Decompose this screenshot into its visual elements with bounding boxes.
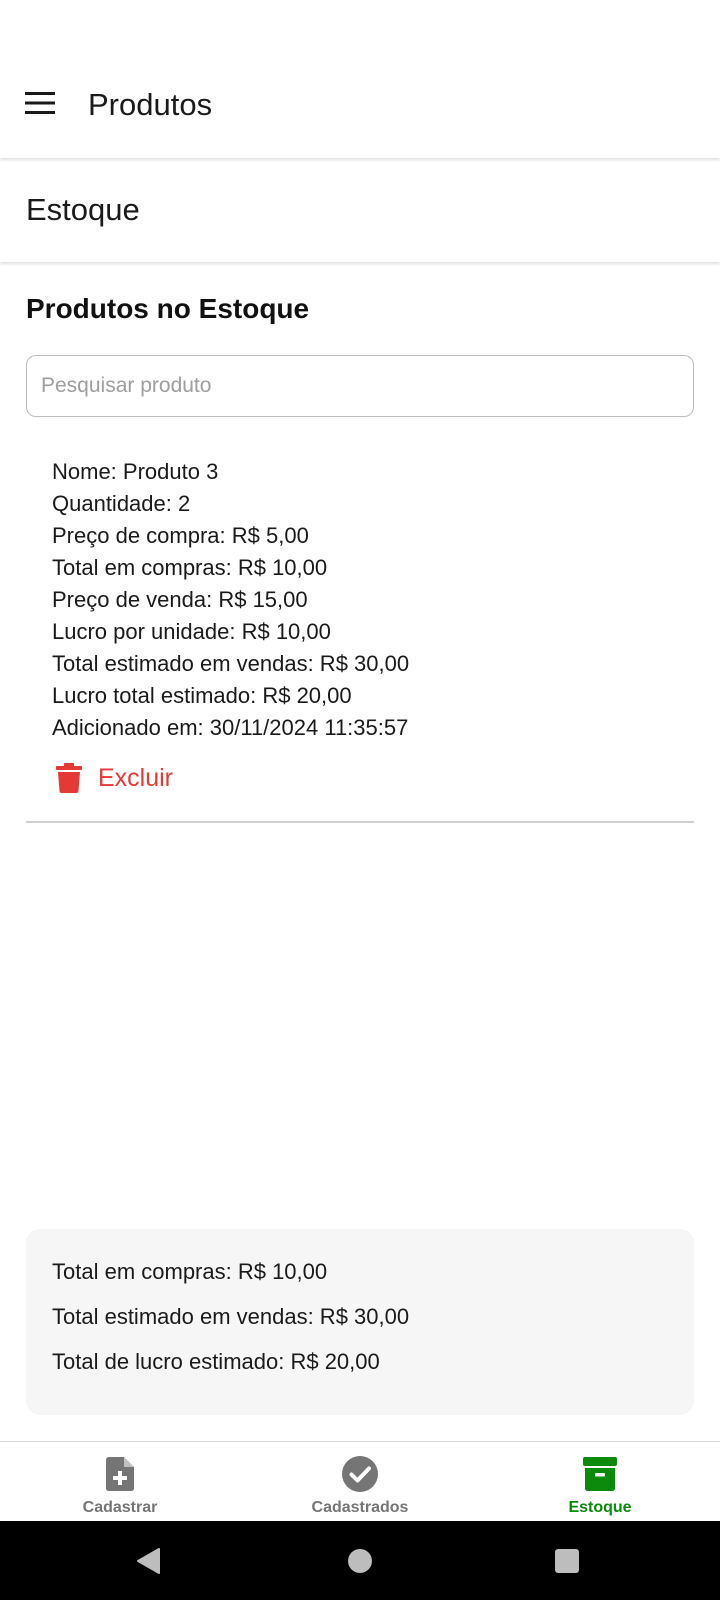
nav-item-cadastrados[interactable]: Cadastrados [240,1442,480,1522]
menu-button[interactable] [14,77,66,129]
back-button[interactable] [128,1541,168,1581]
recents-icon [555,1549,579,1573]
summary-total-sales: Total estimado em vendas: R$ 30,00 [52,1304,410,1329]
product-purchase-price: Preço de compra: R$ 5,00 [52,523,309,548]
summary-card: Total em compras: R$ 10,00 Total estimad… [26,1229,694,1415]
menu-icon [25,92,55,114]
top-app-bar: Produtos [0,52,720,158]
product-name: Nome: Produto 3 [52,459,219,484]
product-estimated-sales-total: Total estimado em vendas: R$ 30,00 [52,651,410,676]
nav-label-estoque: Estoque [568,1499,632,1516]
trash-icon [56,763,82,793]
check-circle-icon [342,1456,378,1492]
product-purchase-total: Total em compras: R$ 10,00 [52,555,328,580]
recents-button[interactable] [547,1541,587,1581]
delete-label: Excluir [98,764,174,792]
add-file-icon [106,1457,134,1491]
home-button[interactable] [340,1541,380,1581]
nav-label-cadastrados: Cadastrados [311,1499,409,1516]
section-title: Produtos no Estoque [26,293,310,324]
nav-item-estoque[interactable]: Estoque [480,1442,720,1522]
back-icon [137,1548,160,1574]
product-sale-price: Preço de venda: R$ 15,00 [52,587,308,612]
list-divider [26,821,694,823]
summary-total-profit: Total de lucro estimado: R$ 20,00 [52,1349,380,1374]
screen-header: Estoque [0,158,720,262]
nav-label-cadastrar: Cadastrar [82,1499,158,1516]
summary-total-purchases: Total em compras: R$ 10,00 [52,1259,328,1284]
home-icon [348,1549,372,1573]
system-navigation-bar [0,1521,720,1600]
product-card: Nome: Produto 3 Quantidade: 2 Preço de c… [52,456,692,744]
product-unit-profit: Lucro por unidade: R$ 10,00 [52,619,331,644]
product-quantity: Quantidade: 2 [52,491,191,516]
screen-title: Estoque [26,192,140,227]
app-title: Produtos [88,87,213,122]
product-estimated-profit-total: Lucro total estimado: R$ 20,00 [52,683,352,708]
delete-button[interactable]: Excluir [52,756,173,800]
search-input[interactable] [26,355,694,417]
app-screen: Produtos Estoque Produtos no Estoque Nom… [0,0,720,1600]
product-added-date: Adicionado em: 30/11/2024 11:35:57 [52,715,409,740]
archive-box-icon [583,1457,617,1491]
nav-item-cadastrar[interactable]: Cadastrar [0,1442,240,1522]
bottom-navigation: Cadastrar Cadastrados Estoque [0,1441,720,1522]
